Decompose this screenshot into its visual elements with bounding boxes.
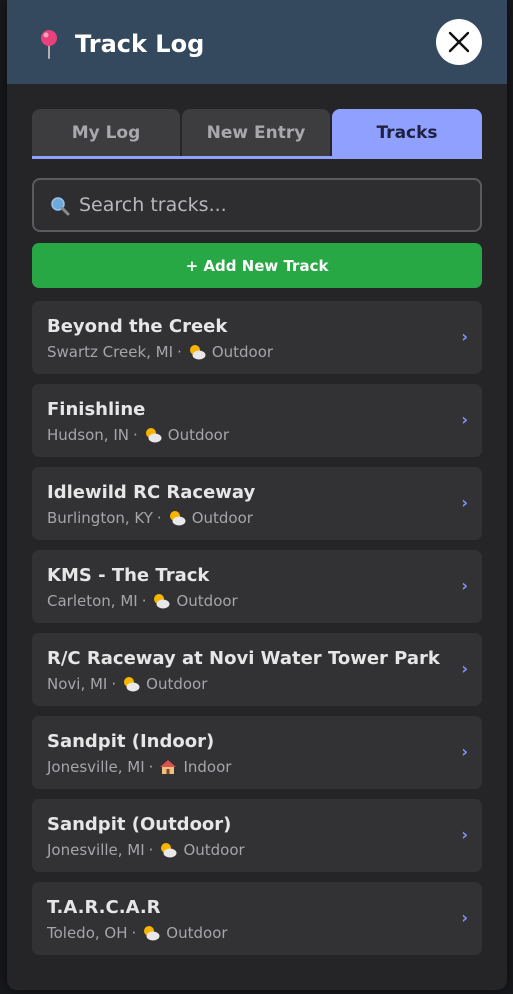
modal-header: Track Log: [7, 0, 507, 84]
separator: ·: [141, 592, 147, 610]
track-meta: Carleton, MI · Outdoor: [47, 592, 238, 610]
chevron-right-icon: ›: [461, 742, 468, 761]
sun-cloud-icon: [144, 926, 160, 941]
modal-title: Track Log: [75, 30, 205, 58]
track-location: Jonesville, MI: [47, 841, 145, 859]
close-button[interactable]: [436, 19, 482, 65]
track-meta: Burlington, KY · Outdoor: [47, 509, 253, 527]
track-name: Beyond the Creek: [47, 316, 228, 337]
separator: ·: [177, 343, 182, 361]
track-location: Burlington, KY: [47, 509, 153, 527]
tab-underline: [32, 156, 482, 159]
sun-cloud-icon: [154, 594, 170, 609]
track-environment: Outdoor: [211, 343, 274, 361]
chevron-right-icon: ›: [461, 908, 468, 927]
track-name: Sandpit (Outdoor): [47, 814, 232, 835]
magnifier-icon: [51, 197, 70, 216]
search-box: [32, 178, 482, 232]
separator: ·: [131, 924, 137, 942]
track-environment: Outdoor: [191, 509, 253, 527]
track-card[interactable]: T.A.R.C.A.R Toledo, OH · Outdoor ›: [32, 882, 482, 955]
separator: ·: [148, 841, 154, 859]
chevron-right-icon: ›: [461, 825, 468, 844]
track-environment: Outdoor: [166, 924, 228, 942]
track-card[interactable]: KMS - The Track Carleton, MI · Outdoor ›: [32, 550, 482, 623]
track-environment: Outdoor: [146, 675, 208, 693]
track-meta: Swartz Creek, MI · Outdoor: [47, 343, 273, 361]
house-icon: [160, 760, 177, 774]
track-name: T.A.R.C.A.R: [47, 897, 161, 918]
track-meta: Hudson, IN · Outdoor: [47, 426, 229, 444]
track-name: Idlewild RC Raceway: [47, 482, 256, 503]
sun-cloud-icon: [124, 677, 140, 692]
track-card[interactable]: Sandpit (Outdoor) Jonesville, MI · Outdo…: [32, 799, 482, 872]
track-location: Carleton, MI: [47, 592, 138, 610]
add-new-track-button[interactable]: + Add New Track: [32, 243, 482, 288]
tab-new-entry[interactable]: New Entry: [182, 109, 330, 156]
chevron-right-icon: ›: [461, 410, 468, 429]
track-log-modal: Track Log My Log New Entry Tracks + Add …: [7, 0, 507, 990]
track-location: Swartz Creek, MI: [47, 343, 174, 361]
track-meta: Toledo, OH · Outdoor: [47, 924, 228, 942]
tab-tracks[interactable]: Tracks: [332, 109, 482, 156]
chevron-right-icon: ›: [461, 576, 468, 595]
sun-cloud-icon: [189, 345, 206, 360]
separator: ·: [111, 675, 117, 693]
track-environment: Outdoor: [167, 426, 230, 444]
track-card[interactable]: Idlewild RC Raceway Burlington, KY · Out…: [32, 467, 482, 540]
chevron-right-icon: ›: [461, 493, 468, 512]
search-input[interactable]: [79, 180, 469, 230]
track-meta: Novi, MI · Outdoor: [47, 675, 207, 693]
separator: ·: [148, 758, 154, 776]
track-environment: Outdoor: [183, 841, 245, 859]
track-location: Toledo, OH: [47, 924, 128, 942]
chevron-right-icon: ›: [461, 659, 468, 678]
track-location: Hudson, IN: [47, 426, 129, 444]
track-name: R/C Raceway at Novi Water Tower Park: [47, 648, 440, 669]
track-location: Jonesville, MI: [47, 758, 145, 776]
tab-bar: My Log New Entry Tracks: [32, 109, 482, 159]
track-card[interactable]: Beyond the Creek Swartz Creek, MI · Outd…: [32, 301, 482, 374]
tab-my-log[interactable]: My Log: [32, 109, 180, 156]
sun-cloud-icon: [145, 428, 162, 443]
track-card[interactable]: Sandpit (Indoor) Jonesville, MI · Indoor…: [32, 716, 482, 789]
close-icon: [448, 31, 470, 53]
track-meta: Jonesville, MI · Outdoor: [47, 841, 245, 859]
track-card[interactable]: R/C Raceway at Novi Water Tower Park Nov…: [32, 633, 482, 706]
track-name: Finishline: [47, 399, 146, 420]
separator: ·: [133, 426, 138, 444]
chevron-right-icon: ›: [461, 327, 468, 346]
track-location: Novi, MI: [47, 675, 108, 693]
track-environment: Indoor: [183, 758, 232, 776]
round-pushpin-icon: [41, 30, 57, 59]
separator: ·: [156, 509, 162, 527]
track-environment: Outdoor: [176, 592, 238, 610]
sun-cloud-icon: [169, 511, 186, 526]
track-name: Sandpit (Indoor): [47, 731, 215, 752]
track-name: KMS - The Track: [47, 565, 210, 586]
track-meta: Jonesville, MI · Indoor: [47, 758, 231, 776]
track-card[interactable]: Finishline Hudson, IN · Outdoor ›: [32, 384, 482, 457]
sun-cloud-icon: [161, 843, 177, 858]
